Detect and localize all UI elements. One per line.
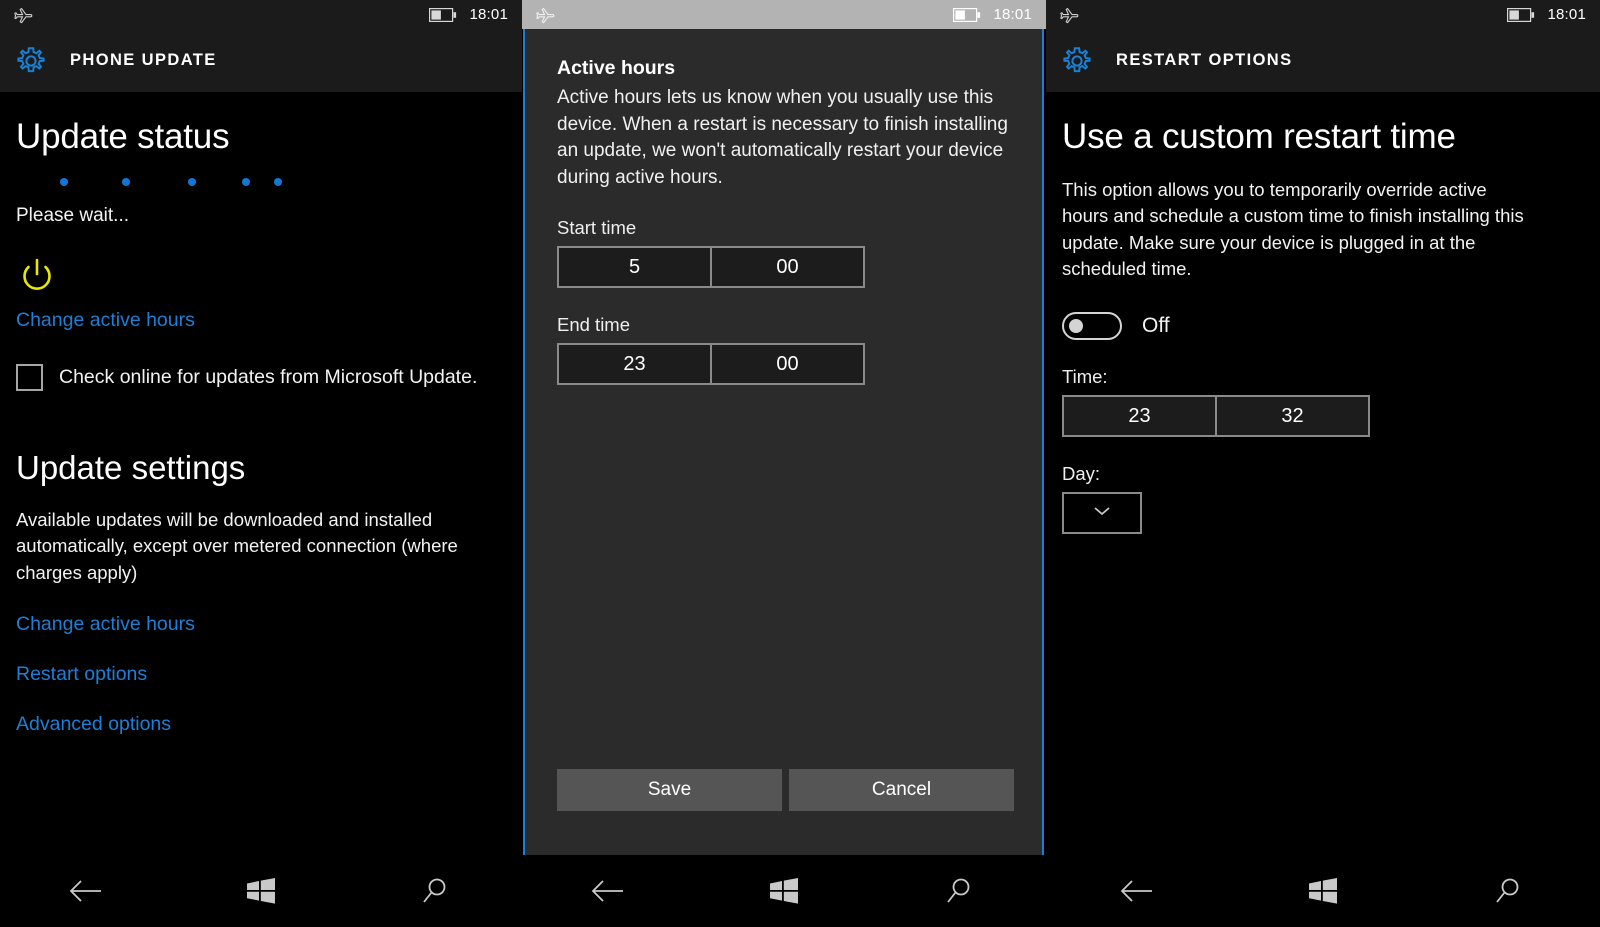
windows-start-icon[interactable] bbox=[216, 861, 306, 921]
search-icon[interactable] bbox=[390, 861, 480, 921]
end-time-minute[interactable]: 00 bbox=[710, 345, 863, 384]
update-status-title: Update status bbox=[16, 117, 230, 156]
dialog-title: Active hours bbox=[557, 57, 676, 79]
phone-update-panel: 18:01 PHONE UPDATE Update status Please … bbox=[0, 0, 522, 927]
end-time-input[interactable]: 23 00 bbox=[557, 343, 865, 386]
content-right: Use a custom restart time This option al… bbox=[1046, 117, 1600, 880]
battery-icon bbox=[953, 7, 981, 22]
airplane-mode-icon bbox=[536, 6, 556, 24]
status-bar-right: 18:01 bbox=[1046, 0, 1600, 29]
progress-dots bbox=[16, 169, 506, 203]
please-wait-text: Please wait... bbox=[16, 205, 129, 226]
progress-dot bbox=[242, 178, 250, 186]
save-button[interactable]: Save bbox=[557, 769, 782, 811]
custom-restart-toggle[interactable] bbox=[1062, 312, 1122, 341]
active-hours-dialog-panel: 18:01 Active hours Active hours lets us … bbox=[522, 0, 1046, 927]
check-online-updates-row[interactable]: Check online for updates from Microsoft … bbox=[16, 364, 506, 391]
change-active-hours-link-top[interactable]: Change active hours bbox=[16, 309, 506, 332]
nav-bar-left bbox=[0, 855, 522, 927]
dialog-inner: Active hours Active hours lets us know w… bbox=[525, 29, 1042, 863]
advanced-options-link[interactable]: Advanced options bbox=[16, 713, 506, 736]
update-settings-links: Change active hours Restart options Adva… bbox=[16, 613, 506, 736]
change-active-hours-link[interactable]: Change active hours bbox=[16, 613, 506, 636]
chevron-down-icon bbox=[1091, 504, 1113, 523]
active-hours-dialog: Active hours Active hours lets us know w… bbox=[523, 29, 1044, 865]
page-title-header: RESTART OPTIONS bbox=[1116, 51, 1293, 69]
start-time-hour[interactable]: 5 bbox=[559, 248, 710, 287]
page-title-header: PHONE UPDATE bbox=[70, 51, 217, 69]
airplane-mode-icon bbox=[14, 6, 34, 24]
dialog-buttons: Save Cancel bbox=[557, 769, 1014, 811]
update-settings-title: Update settings bbox=[16, 449, 246, 486]
status-bar-clock: 18:01 bbox=[469, 6, 508, 23]
restart-time-input[interactable]: 23 32 bbox=[1062, 395, 1370, 438]
status-bar-mid: 18:01 bbox=[522, 0, 1046, 29]
custom-restart-time-title: Use a custom restart time bbox=[1062, 117, 1456, 156]
progress-dot bbox=[274, 178, 282, 186]
progress-dot bbox=[188, 178, 196, 186]
app-header-left: PHONE UPDATE bbox=[0, 29, 522, 92]
status-bar-clock: 18:01 bbox=[993, 6, 1032, 23]
restart-options-panel: 18:01 RESTART OPTIONS Use a custom resta… bbox=[1046, 0, 1600, 927]
toggle-knob bbox=[1069, 319, 1083, 334]
windows-start-icon[interactable] bbox=[739, 861, 829, 921]
app-header-right: RESTART OPTIONS bbox=[1046, 29, 1600, 92]
day-dropdown[interactable] bbox=[1062, 492, 1142, 535]
back-arrow-icon[interactable] bbox=[564, 861, 654, 921]
power-icon bbox=[16, 255, 506, 297]
restart-time-hour[interactable]: 23 bbox=[1064, 397, 1215, 436]
search-icon[interactable] bbox=[914, 861, 1004, 921]
battery-icon bbox=[429, 7, 457, 22]
start-time-minute[interactable]: 00 bbox=[710, 248, 863, 287]
nav-bar-right bbox=[1046, 855, 1600, 927]
toggle-state-label: Off bbox=[1142, 314, 1170, 338]
start-time-label: Start time bbox=[557, 217, 637, 239]
dialog-wrapper: 18:01 Active hours Active hours lets us … bbox=[522, 0, 1046, 927]
three-phone-screenshots: 18:01 PHONE UPDATE Update status Please … bbox=[0, 0, 1600, 927]
check-online-updates-label: Check online for updates from Microsoft … bbox=[59, 366, 478, 388]
battery-icon bbox=[1507, 7, 1535, 22]
status-bar-clock: 18:01 bbox=[1547, 6, 1586, 23]
restart-time-minute[interactable]: 32 bbox=[1215, 397, 1368, 436]
back-arrow-icon[interactable] bbox=[1093, 861, 1183, 921]
check-online-updates-checkbox[interactable] bbox=[16, 364, 43, 391]
windows-start-icon[interactable] bbox=[1278, 861, 1368, 921]
end-time-hour[interactable]: 23 bbox=[559, 345, 710, 384]
search-icon[interactable] bbox=[1463, 861, 1553, 921]
gear-icon bbox=[1060, 44, 1116, 78]
airplane-mode-icon bbox=[1060, 6, 1080, 24]
time-label: Time: bbox=[1062, 366, 1108, 388]
dialog-description: Active hours lets us know when you usual… bbox=[557, 87, 1008, 188]
progress-dot bbox=[60, 178, 68, 186]
start-time-input[interactable]: 5 00 bbox=[557, 246, 865, 289]
progress-dot bbox=[122, 178, 130, 186]
custom-restart-toggle-row[interactable]: Off bbox=[1062, 312, 1584, 341]
gear-icon bbox=[14, 44, 70, 78]
cancel-button[interactable]: Cancel bbox=[789, 769, 1014, 811]
back-arrow-icon[interactable] bbox=[42, 861, 132, 921]
restart-options-link[interactable]: Restart options bbox=[16, 663, 506, 686]
status-bar-left: 18:01 bbox=[0, 0, 522, 29]
nav-bar-mid bbox=[522, 855, 1046, 927]
content-left: Update status Please wait... Change acti… bbox=[0, 117, 522, 880]
end-time-label: End time bbox=[557, 314, 631, 336]
day-label: Day: bbox=[1062, 463, 1101, 485]
update-settings-description: Available updates will be downloaded and… bbox=[16, 509, 458, 583]
custom-restart-time-description: This option allows you to temporarily ov… bbox=[1062, 179, 1524, 279]
